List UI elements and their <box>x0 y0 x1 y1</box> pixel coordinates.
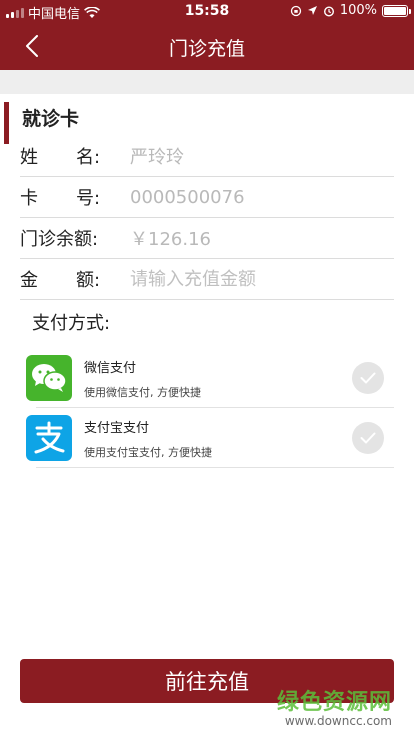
watermark-url: www.downcc.com <box>284 714 392 728</box>
wechat-icon <box>26 355 72 401</box>
card-number-label-right: 号: <box>76 188 101 209</box>
balance-row: 门诊余额: ￥126.16 <box>20 218 394 259</box>
alarm-icon <box>323 5 334 17</box>
section-spacer <box>0 70 414 94</box>
alipay-name: 支付宝支付 <box>84 420 150 436</box>
orientation-lock-icon <box>290 5 301 16</box>
card-number-label-left: 卡 <box>20 188 38 209</box>
balance-value: ￥126.16 <box>130 229 211 250</box>
alipay-check-icon[interactable] <box>352 422 384 454</box>
name-value: 严玲玲 <box>130 147 184 168</box>
page-title: 门诊充值 <box>168 38 245 60</box>
status-bar: 中国电信 15:58 100% <box>0 0 414 22</box>
alipay-option[interactable]: 支付宝支付 使用支付宝支付, 方便快捷 <box>26 408 394 468</box>
battery-percent: 100% <box>339 3 377 18</box>
wechat-pay-name: 微信支付 <box>84 360 137 376</box>
wechat-pay-option[interactable]: 微信支付 使用微信支付, 方便快捷 <box>26 348 394 408</box>
recharge-button[interactable]: 前往充值 <box>20 659 394 703</box>
amount-row: 金 额: <box>20 259 394 300</box>
alipay-desc: 使用支付宝支付, 方便快捷 <box>84 445 212 459</box>
wechat-check-icon[interactable] <box>352 362 384 394</box>
wechat-pay-desc: 使用微信支付, 方便快捷 <box>84 385 201 399</box>
card-number-value: 0000500076 <box>130 186 245 208</box>
section-accent-bar <box>4 102 9 144</box>
amount-input[interactable] <box>130 268 370 290</box>
balance-label: 门诊余额: <box>20 229 99 250</box>
location-icon <box>307 6 317 15</box>
nav-bar: 门诊充值 <box>0 22 414 70</box>
amount-label-left: 金 <box>20 270 38 291</box>
section-title: 就诊卡 <box>22 108 80 130</box>
name-label-right: 名: <box>76 147 101 168</box>
battery-icon <box>382 4 411 17</box>
status-right: 100% <box>290 3 411 18</box>
payment-method-title: 支付方式: <box>32 313 111 334</box>
name-label-left: 姓 <box>20 147 38 168</box>
name-row: 姓 名: 严玲玲 <box>20 136 394 177</box>
amount-label-right: 额: <box>76 270 101 291</box>
card-number-row: 卡 号: 0000500076 <box>20 177 394 218</box>
alipay-icon <box>26 415 72 461</box>
